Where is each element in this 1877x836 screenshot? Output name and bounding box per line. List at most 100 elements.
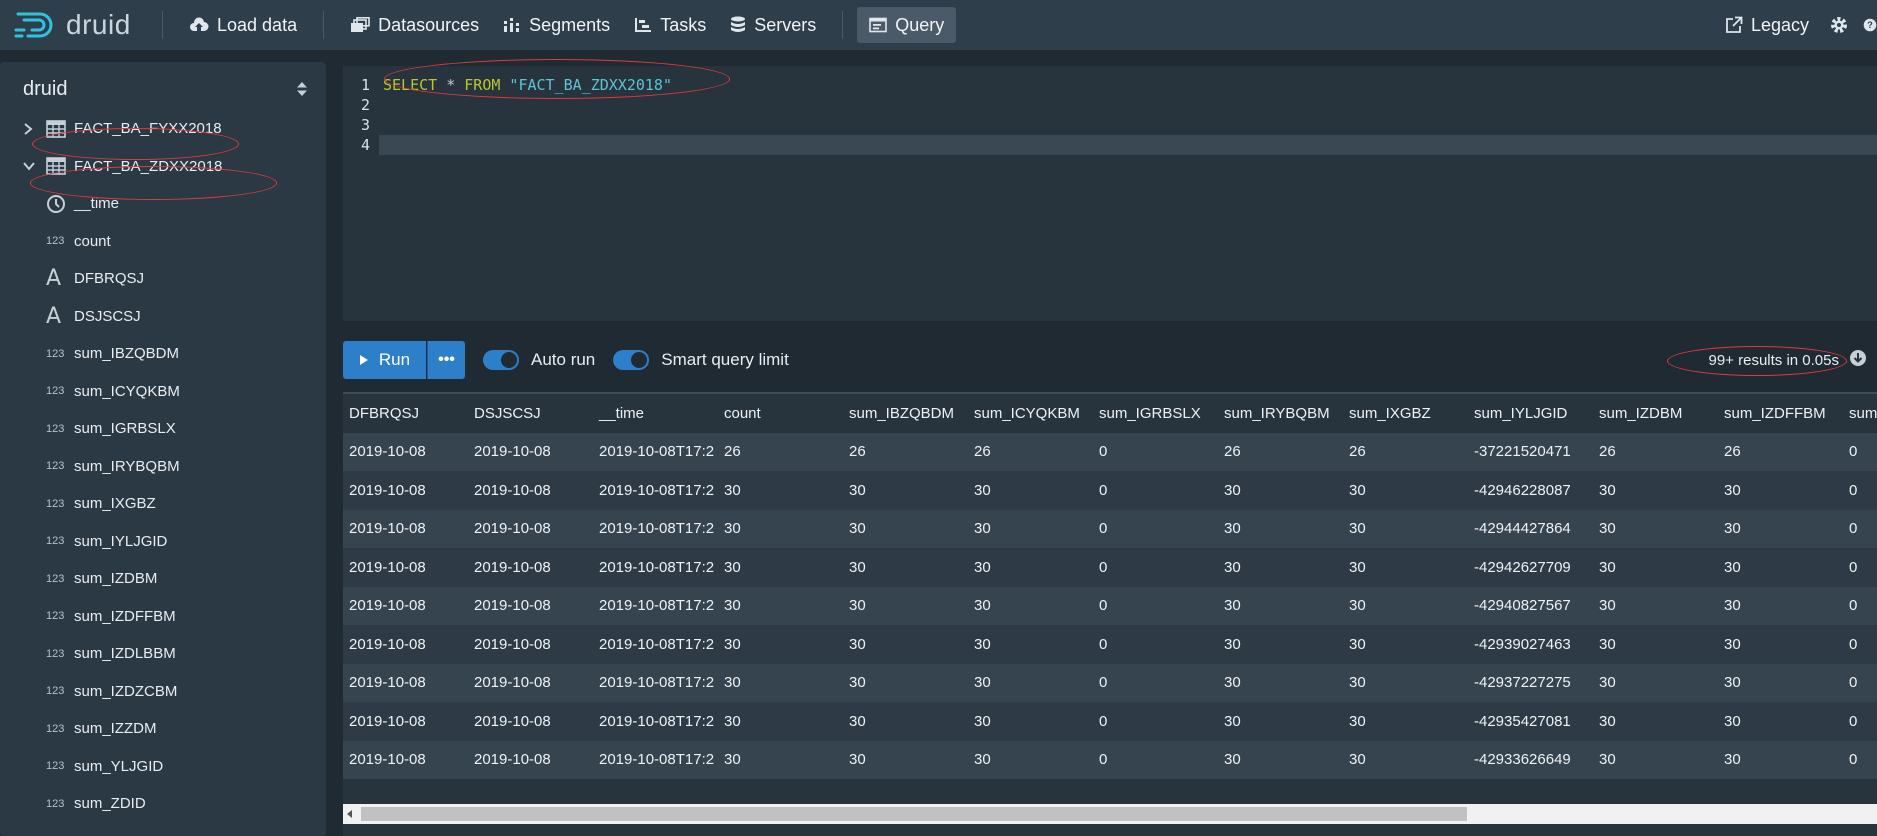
more-options-button[interactable]: ••• (427, 341, 465, 379)
column-node[interactable]: 123 sum_IZDLBBM (22, 635, 326, 673)
column-node[interactable]: 123 sum_YLJGID (22, 748, 326, 786)
column-header[interactable]: sum_ICYQKBM (968, 394, 1093, 433)
sql-editor[interactable]: 1 SELECT * FROM "FACT_BA_ZDXX2018" 2 3 4 (343, 59, 1877, 321)
nav-tasks[interactable]: Tasks (622, 7, 718, 43)
chevron-down-icon[interactable] (22, 160, 46, 172)
table-cell: 30 (849, 520, 866, 538)
table-row[interactable]: 2019-10-08 2019-10-08 2019-10-08T17:2 26 26 2… (343, 432, 1877, 471)
table-cell: -42939027463 (1474, 635, 1571, 653)
horizontal-scrollbar[interactable] (343, 804, 1877, 824)
column-node[interactable]: 123 sum_IZDFFBM (22, 598, 326, 636)
help-button[interactable]: ? (1863, 7, 1877, 43)
table-cell: 30 (849, 597, 866, 615)
table-cell: 2019-10-08T17:2 (599, 443, 715, 461)
druid-logo[interactable]: druid (0, 9, 148, 41)
column-name: count (74, 232, 111, 250)
table-row[interactable]: 2019-10-08 2019-10-08 2019-10-08T17:2 30 30 3… (343, 548, 1877, 587)
cloud-upload-icon (190, 17, 209, 31)
column-header[interactable]: __time (593, 394, 718, 433)
column-name: DSJSCSJ (74, 307, 141, 325)
column-name: sum_ICYQKBM (74, 382, 180, 400)
column-node[interactable]: 123 sum_ZDID (22, 785, 326, 823)
download-icon[interactable] (1849, 349, 1867, 372)
editor-line: 2 (343, 95, 1877, 115)
nav-query[interactable]: Query (857, 7, 957, 43)
column-header[interactable]: sum (1843, 394, 1877, 433)
column-node[interactable]: 123 sum_IGRBSLX (22, 410, 326, 448)
column-name: sum_IZZDM (74, 720, 157, 738)
auto-run-switch[interactable] (483, 350, 519, 370)
table-row[interactable]: 2019-10-08 2019-10-08 2019-10-08T17:2 30 30 3… (343, 625, 1877, 664)
scroll-left-arrow-icon[interactable] (347, 810, 352, 818)
sql-keyword: FROM (464, 76, 501, 94)
datasource-select[interactable]: druid (0, 68, 326, 110)
table-cell: 30 (724, 597, 741, 615)
column-header[interactable]: DFBRQSJ (343, 394, 468, 433)
table-cell: 0 (1849, 520, 1858, 538)
column-node[interactable]: 123 sum_IZZDM (22, 710, 326, 748)
column-header[interactable]: count (718, 394, 843, 433)
column-node[interactable]: 123 sum_IXGBZ (22, 485, 326, 523)
column-header[interactable]: sum_IYLJGID (1468, 394, 1593, 433)
column-node[interactable]: 123 sum_IBZQBDM (22, 335, 326, 373)
table-row[interactable]: 2019-10-08 2019-10-08 2019-10-08T17:2 30 30 3… (343, 663, 1877, 702)
column-node[interactable]: A DFBRQSJ (22, 260, 326, 298)
column-node[interactable]: A DSJSCSJ (22, 298, 326, 336)
column-node[interactable]: 123 sum_IRYBQBM (22, 448, 326, 486)
column-node[interactable]: 123 sum_IZDZCBM (22, 673, 326, 711)
column-node[interactable]: 123 sum_IYLJGID (22, 523, 326, 561)
table-cell: 30 (1724, 712, 1741, 730)
table-cell: 2019-10-08 (349, 558, 426, 576)
auto-run-toggle[interactable]: Auto run (483, 350, 595, 370)
table-cell: 30 (1724, 674, 1741, 692)
table-node[interactable]: FACT_BA_ZDXX2018 (22, 148, 326, 186)
scrollbar-thumb[interactable] (361, 807, 1467, 821)
table-cell: 2019-10-08T17:2 (599, 558, 715, 576)
numeric-type-icon: 123 (46, 797, 65, 810)
column-header[interactable]: sum_IXGBZ (1343, 394, 1468, 433)
settings-button[interactable] (1821, 7, 1863, 43)
table-cell: 30 (1349, 558, 1366, 576)
nav-servers[interactable]: Servers (718, 7, 828, 43)
legacy-link[interactable]: Legacy (1713, 7, 1821, 43)
table-cell: 30 (1349, 751, 1366, 769)
table-cell: 2019-10-08 (474, 712, 551, 730)
column-node[interactable]: __time (22, 185, 326, 223)
table-row[interactable]: 2019-10-08 2019-10-08 2019-10-08T17:2 30 30 3… (343, 586, 1877, 625)
column-header[interactable]: sum_IZDFFBM (1718, 394, 1843, 433)
column-header[interactable]: sum_IZDBM (1593, 394, 1718, 433)
smart-limit-switch[interactable] (613, 350, 650, 370)
table-node[interactable]: FACT_BA_FYXX2018 (22, 110, 326, 148)
nav-segments[interactable]: Segments (491, 7, 622, 43)
table-row[interactable]: 2019-10-08 2019-10-08 2019-10-08T17:2 30 30 3… (343, 471, 1877, 510)
run-button[interactable]: Run (343, 341, 426, 379)
numeric-type-icon: 123 (46, 235, 65, 248)
smart-limit-toggle[interactable]: Smart query limit (613, 350, 789, 370)
numeric-type-icon: 123 (46, 422, 65, 435)
column-header[interactable]: sum_IBZQBDM (843, 394, 968, 433)
column-node[interactable]: 123 sum_IZDBM (22, 560, 326, 598)
column-header[interactable]: sum_IRYBQBM (1218, 394, 1343, 433)
table-row[interactable]: 2019-10-08 2019-10-08 2019-10-08T17:2 30 30 3… (343, 509, 1877, 548)
column-node[interactable]: 123 count (22, 223, 326, 261)
table-cell: 30 (724, 674, 741, 692)
table-cell: 2019-10-08 (349, 520, 426, 538)
nav-label: Query (895, 14, 945, 35)
nav-datasources[interactable]: Datasources (338, 7, 491, 43)
column-node[interactable]: 123 sum_ICYQKBM (22, 373, 326, 411)
table-cell: 30 (1224, 558, 1241, 576)
nav-load-data[interactable]: Load data (177, 7, 309, 43)
string-type-icon: A (46, 266, 62, 292)
column-header[interactable]: DSJSCSJ (468, 394, 593, 433)
table-cell: 30 (849, 558, 866, 576)
column-header[interactable]: sum_IGRBSLX (1093, 394, 1218, 433)
line-number: 4 (360, 136, 370, 154)
chevron-right-icon[interactable] (22, 122, 46, 136)
table-cell: 30 (1349, 635, 1366, 653)
table-cell: 30 (1349, 597, 1366, 615)
nav-divider (323, 11, 325, 39)
table-row[interactable]: 2019-10-08 2019-10-08 2019-10-08T17:2 30 30 3… (343, 740, 1877, 779)
table-row[interactable]: 2019-10-08 2019-10-08 2019-10-08T17:2 30 30 3… (343, 702, 1877, 741)
column-name: sum_YLJGID (74, 757, 164, 775)
